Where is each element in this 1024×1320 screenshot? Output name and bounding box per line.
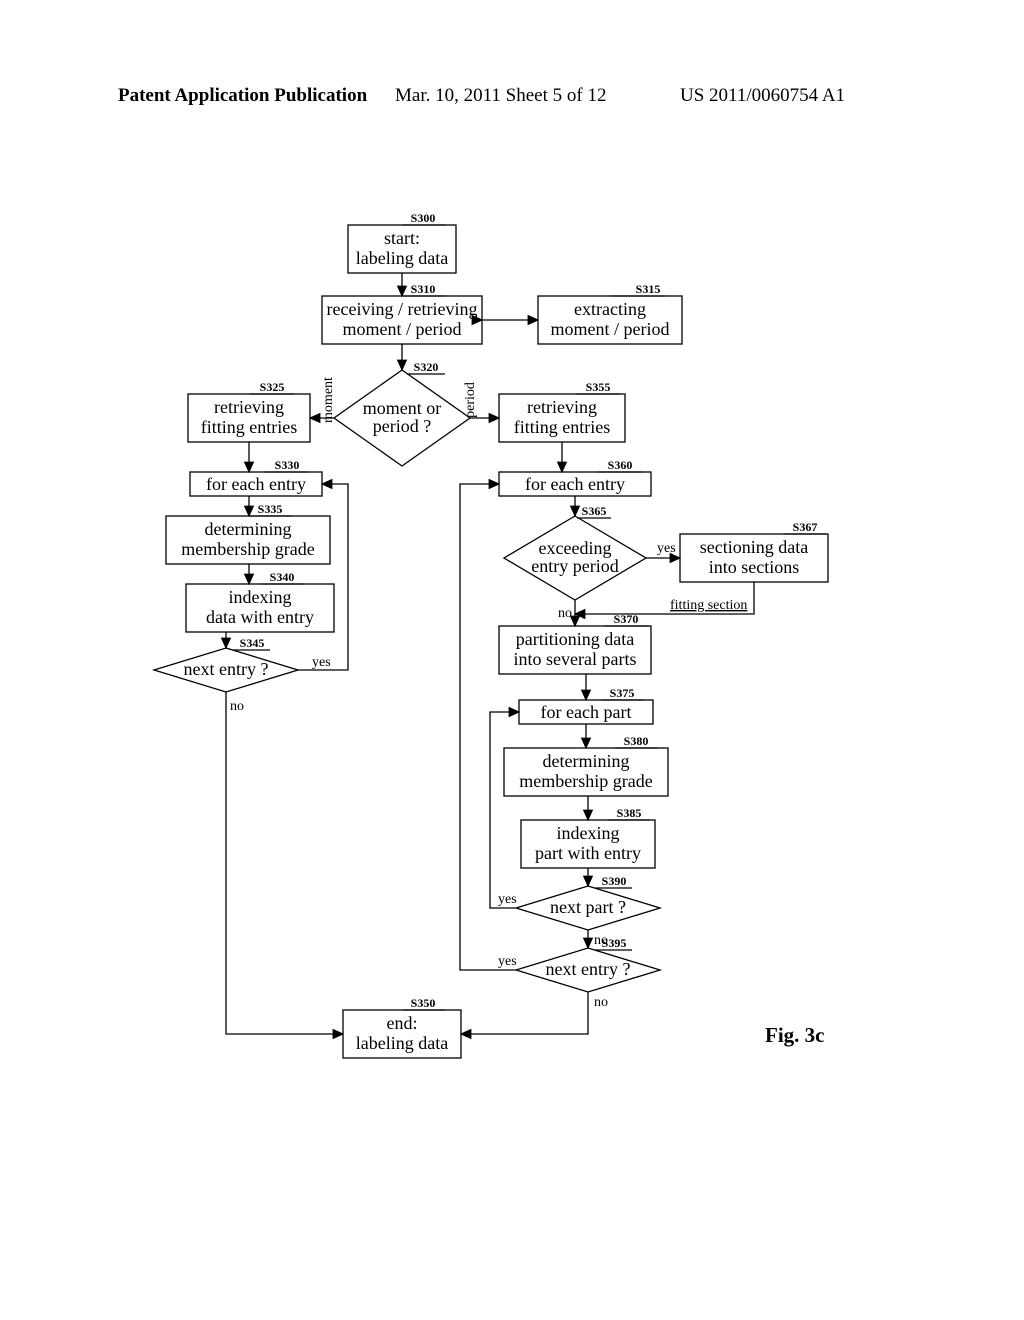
- figure-label: Fig. 3c: [765, 1023, 824, 1047]
- s320-l2: period ?: [373, 416, 431, 436]
- lbl-s367: S367: [793, 520, 818, 534]
- lbl-s340: S340: [270, 570, 295, 584]
- s385-l2: part with entry: [535, 843, 641, 863]
- lbl-s315: S315: [636, 282, 661, 296]
- s325-l2: fitting entries: [201, 417, 297, 437]
- lbl-s335: S335: [258, 502, 283, 516]
- lbl-s390: S390: [602, 874, 627, 888]
- s375-l1: for each part: [541, 702, 632, 722]
- s370-l2: into several parts: [514, 649, 637, 669]
- s325-l1: retrieving: [214, 397, 284, 417]
- lbl-s320: S320: [414, 360, 439, 374]
- branch-s345-no: no: [230, 699, 244, 714]
- branch-moment: moment: [321, 377, 336, 423]
- lbl-s330: S330: [275, 458, 300, 472]
- s335-l1: determining: [205, 519, 292, 539]
- s350-l1: end:: [387, 1013, 418, 1033]
- lbl-s310: S310: [411, 282, 436, 296]
- lbl-s300: S300: [411, 211, 436, 225]
- s365-l2: entry period: [531, 556, 618, 576]
- branch-s395-no: no: [594, 995, 608, 1010]
- s315-l1: extracting: [574, 299, 646, 319]
- s385-l1: indexing: [557, 823, 620, 843]
- s390-l1: next part ?: [550, 897, 626, 917]
- edge-s345-no: [226, 692, 343, 1034]
- flowchart: start: labeling data S300 receiving / re…: [0, 0, 1024, 1320]
- s340-l1: indexing: [229, 587, 292, 607]
- branch-s345-yes: yes: [312, 655, 331, 670]
- branch-s390-no: no: [594, 933, 608, 948]
- s380-l1: determining: [543, 751, 630, 771]
- s365-l1: exceeding: [539, 538, 612, 558]
- branch-s395-yes: yes: [498, 954, 517, 969]
- s355-l1: retrieving: [527, 397, 597, 417]
- s330-l1: for each entry: [206, 474, 306, 494]
- s355-l2: fitting entries: [514, 417, 610, 437]
- s320-l1: moment or: [363, 398, 442, 418]
- s367-l1: sectioning data: [700, 537, 808, 557]
- lbl-s385: S385: [617, 806, 642, 820]
- s395-l1: next entry ?: [546, 959, 631, 979]
- s310-l1: receiving / retrieving: [327, 299, 478, 319]
- s310-l2: moment / period: [343, 319, 462, 339]
- s360-l1: for each entry: [525, 474, 625, 494]
- s350-l2: labeling data: [356, 1033, 448, 1053]
- lbl-s360: S360: [608, 458, 633, 472]
- lbl-s325: S325: [260, 380, 285, 394]
- edge-s390-yes: [490, 712, 519, 908]
- s345-l1: next entry ?: [184, 659, 269, 679]
- s300-l1: start:: [384, 228, 420, 248]
- lbl-s380: S380: [624, 734, 649, 748]
- edge-s395-no: [461, 992, 588, 1034]
- s380-l2: membership grade: [519, 771, 652, 791]
- branch-s365-no: no: [558, 606, 572, 621]
- branch-period: period: [463, 382, 478, 418]
- lbl-s350: S350: [411, 996, 436, 1010]
- s370-l1: partitioning data: [516, 629, 634, 649]
- lbl-s345: S345: [240, 636, 265, 650]
- s367-l2: into sections: [709, 557, 800, 577]
- branch-s390-yes: yes: [498, 892, 517, 907]
- branch-s365-yes: yes: [657, 541, 676, 556]
- branch-fitting: fitting section: [670, 598, 747, 613]
- edge-s345-yes: [298, 484, 348, 670]
- s335-l2: membership grade: [181, 539, 314, 559]
- s315-l2: moment / period: [551, 319, 670, 339]
- s300-l2: labeling data: [356, 248, 448, 268]
- lbl-s375: S375: [610, 686, 635, 700]
- lbl-s365: S365: [582, 504, 607, 518]
- s340-l2: data with entry: [206, 607, 314, 627]
- lbl-s355: S355: [586, 380, 611, 394]
